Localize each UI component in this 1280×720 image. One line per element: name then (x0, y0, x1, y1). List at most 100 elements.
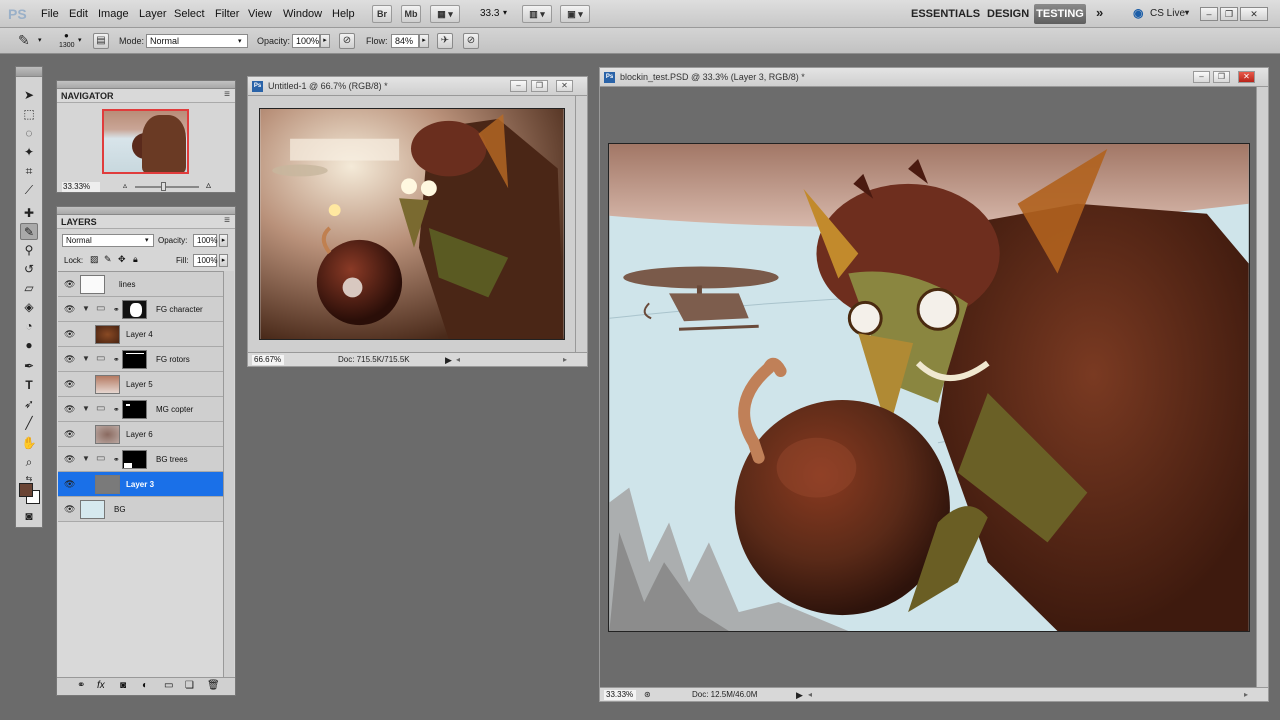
layer-row[interactable]: 👁︎ Layer 4 (58, 322, 223, 347)
link-layers-icon[interactable]: ⚭ (77, 680, 85, 691)
menu-window[interactable]: Window (283, 8, 322, 20)
eye-icon[interactable]: 👁︎ (64, 504, 75, 515)
layer-opacity-toggle[interactable]: ▸ (219, 234, 228, 247)
doc2-vertical-scrollbar[interactable] (1256, 87, 1268, 688)
layers-scrollbar[interactable] (223, 271, 234, 677)
menu-image[interactable]: Image (98, 8, 129, 20)
mode-select[interactable]: Normal (146, 34, 248, 48)
close-doc-button[interactable]: ✕ (1238, 71, 1255, 83)
layer-row[interactable]: 👁︎ lines (58, 272, 223, 297)
eraser-tool-icon[interactable]: ▱ (20, 280, 38, 297)
scroll-left-icon[interactable]: ◂ (808, 690, 812, 699)
menu-edit[interactable]: Edit (69, 8, 88, 20)
eye-icon[interactable]: 👁︎ (64, 479, 75, 490)
minibridge-button[interactable]: Mb (401, 5, 421, 23)
blend-mode-select[interactable]: Normal (62, 234, 154, 247)
layer-opacity-field[interactable]: 100% (193, 234, 217, 247)
screen-mode-button[interactable]: ▣ ▾ (560, 5, 590, 23)
brush-tool-icon[interactable]: ✎ (18, 32, 30, 49)
workspace-essentials[interactable]: ESSENTIALS (911, 8, 980, 20)
zoom-tool-icon[interactable]: ⌕ (20, 454, 38, 471)
navigator-zoom-slider[interactable] (135, 186, 199, 188)
chevron-down-icon[interactable]: ▼ (82, 354, 90, 363)
new-layer-icon[interactable]: ❏ (185, 680, 194, 691)
foreground-color-swatch-front[interactable] (19, 483, 33, 497)
painting-canvas-small[interactable] (259, 108, 565, 340)
airbrush-icon[interactable]: ✈ (437, 33, 453, 49)
layer-row[interactable]: 👁︎ ▼ ▭ ⚭ FG rotors (58, 347, 223, 372)
fill-field[interactable]: 100% (193, 254, 217, 267)
minimize-app-button[interactable]: – (1200, 7, 1218, 21)
arrange-documents-button[interactable]: ▥ ▾ (522, 5, 552, 23)
line-tool-icon[interactable]: ╱ (20, 415, 38, 432)
zoom-in-icon[interactable]: ▵ (206, 180, 211, 191)
navigator-zoom[interactable]: 33.33% (62, 182, 100, 192)
panel-drag-bar[interactable] (57, 207, 235, 215)
document-titlebar[interactable]: Ps Untitled-1 @ 66.7% (RGB/8) * – ❐ ✕ (248, 77, 587, 96)
clone-stamp-tool-icon[interactable]: ⚲ (20, 242, 38, 259)
document-titlebar[interactable]: Ps blockin_test.PSD @ 33.3% (Layer 3, RG… (600, 68, 1268, 87)
more-workspaces-icon[interactable]: » (1096, 5, 1103, 20)
panel-drag-bar[interactable] (57, 81, 235, 89)
close-doc-button[interactable]: ✕ (556, 80, 573, 92)
healing-brush-tool-icon[interactable]: ✚ (20, 205, 38, 222)
chevron-down-icon[interactable]: ▼ (82, 404, 90, 413)
fill-toggle[interactable]: ▸ (219, 254, 228, 267)
chevron-down-icon[interactable]: ▾ (78, 36, 82, 44)
eye-icon[interactable]: 👁︎ (64, 279, 75, 290)
layer-row[interactable]: 👁︎ BG (58, 497, 223, 522)
workspace-design[interactable]: DESIGN (987, 8, 1029, 20)
layer-row[interactable]: 👁︎ Layer 5 (58, 372, 223, 397)
eye-icon[interactable]: 👁︎ (64, 454, 75, 465)
cslive-button[interactable]: CS Live (1150, 8, 1185, 19)
lock-transparency-icon[interactable]: ▨ (90, 254, 99, 265)
hand-tool-icon[interactable]: ✋ (20, 435, 38, 452)
document-canvas-area[interactable] (600, 87, 1257, 688)
painting-canvas-main[interactable] (608, 143, 1250, 632)
document-canvas-area[interactable] (248, 96, 576, 352)
marquee-tool-icon[interactable]: ⬚ (20, 106, 38, 123)
eye-icon[interactable]: 👁︎ (64, 379, 75, 390)
minimize-doc-button[interactable]: – (510, 80, 527, 92)
layers-tab[interactable]: LAYERS ≡ (57, 215, 235, 229)
brush-panel-toggle-icon[interactable]: ▤ (93, 33, 109, 49)
lock-all-icon[interactable]: 🔒︎ (133, 254, 138, 265)
workspace-testing[interactable]: TESTING (1034, 4, 1086, 24)
close-app-button[interactable]: ✕ (1240, 7, 1268, 21)
pressure-size-icon[interactable]: ⊘ (463, 33, 479, 49)
layer-row[interactable]: 👁︎ Layer 6 (58, 422, 223, 447)
zoom-level[interactable]: 33.3 (480, 8, 499, 19)
adjustment-layer-icon[interactable]: ◐ (142, 680, 148, 691)
lock-pixels-icon[interactable]: ✎ (104, 254, 112, 265)
chevron-down-icon[interactable]: ▼ (82, 454, 90, 463)
scroll-left-icon[interactable]: ◂ (456, 355, 460, 364)
restore-app-button[interactable]: ❐ (1220, 7, 1238, 21)
layer-style-icon[interactable]: fx (97, 680, 105, 691)
menu-view[interactable]: View (248, 8, 272, 20)
restore-doc-button[interactable]: ❐ (1213, 71, 1230, 83)
status-menu-arrow-icon[interactable]: ▶ (445, 355, 452, 366)
scroll-right-icon[interactable]: ▸ (1244, 690, 1248, 699)
chevron-down-icon[interactable]: ▾ (1185, 8, 1189, 17)
flow-slider-toggle[interactable]: ▸ (419, 34, 429, 48)
trash-icon[interactable]: 🗑︎ (207, 680, 220, 691)
panel-menu-icon[interactable]: ≡ (224, 215, 230, 226)
brush-size[interactable]: 1300 (59, 42, 75, 49)
blur-tool-icon[interactable]: ◔ (20, 318, 38, 335)
add-mask-icon[interactable]: ◙ (120, 680, 126, 691)
menu-filter[interactable]: Filter (215, 8, 239, 20)
view-extras-button[interactable]: ▦ ▾ (430, 5, 460, 23)
pressure-opacity-icon[interactable]: ⊘ (339, 33, 355, 49)
restore-doc-button[interactable]: ❐ (531, 80, 548, 92)
layer-row[interactable]: 👁︎ ▼ ▭ ⚭ FG character (58, 297, 223, 322)
path-selection-tool-icon[interactable]: ➶ (20, 396, 38, 413)
status-menu-arrow-icon[interactable]: ▶ (796, 690, 803, 701)
menu-file[interactable]: File (41, 8, 59, 20)
flow-field[interactable]: 84% (391, 34, 419, 48)
history-brush-tool-icon[interactable]: ↺ (20, 261, 38, 278)
quick-mask-icon[interactable]: ◙ (20, 508, 38, 525)
move-tool-icon[interactable]: ➤ (20, 87, 38, 104)
zoom-slider-handle[interactable] (161, 182, 166, 191)
bridge-button[interactable]: Br (372, 5, 392, 23)
dodge-tool-icon[interactable]: ● (20, 337, 38, 354)
